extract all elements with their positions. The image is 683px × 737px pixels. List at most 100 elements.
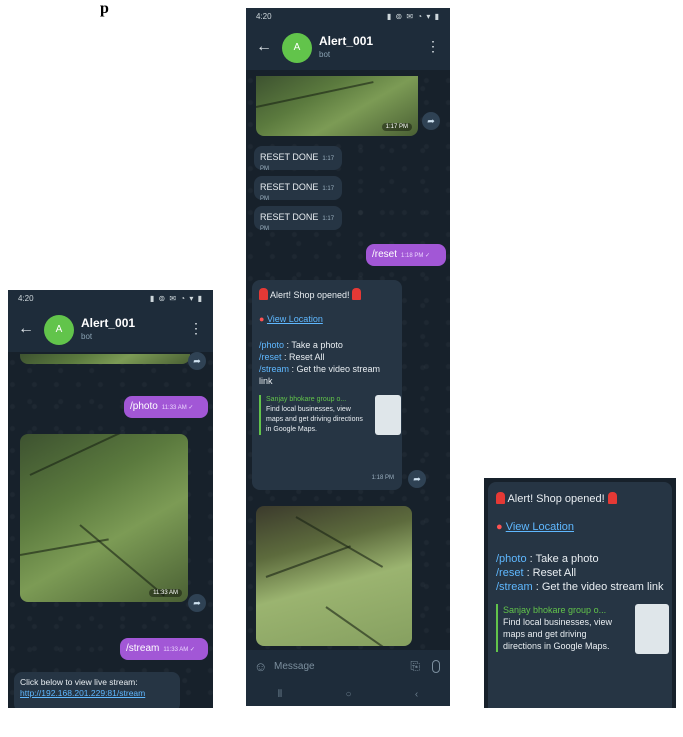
floor-line [325, 606, 393, 646]
reset-command-link[interactable]: /reset [496, 567, 524, 579]
message-time: 11:33 AM ✓ [163, 647, 195, 653]
preview-title: Sanjay bhokare group o... [266, 396, 347, 403]
share-icon[interactable]: ➦ [422, 112, 440, 130]
incoming-message: RESET DONE 1:17 PM [254, 146, 342, 172]
location-row[interactable]: ● View Location [496, 520, 664, 534]
message-time: 1:18 PM [371, 475, 394, 481]
message-text: /reset [372, 249, 398, 260]
command-desc: : Get the video stream link [532, 581, 664, 593]
message-time: 1:18 PM ✓ [401, 253, 431, 259]
status-time: 4:20 [18, 294, 34, 303]
chat-name: Alert_001 [81, 316, 136, 330]
link-preview[interactable]: Sanjay bhokare group o... Find local bus… [259, 395, 401, 435]
phone-screenshot-left: 4:20 ▮ ⊚ ✉ ◔ ▾ ▮ ← A Alert_001 bot ⋮ ➦ /… [8, 290, 213, 708]
photo-message[interactable] [256, 506, 412, 646]
system-nav-bar: ⦀ ○ ‹ [246, 682, 450, 706]
home-icon[interactable]: ○ [345, 689, 351, 700]
emoji-icon[interactable]: ☺ [254, 659, 267, 674]
floor-line [265, 545, 351, 578]
chat-subtitle: bot [319, 50, 331, 59]
command-desc: : Take a photo [284, 340, 343, 350]
incoming-message: RESET DONE 1:17 PM [254, 176, 342, 202]
photo-time: 1:17 PM [381, 123, 412, 131]
status-icons: ▮ ⊚ ✉ ◔ ▾ ▮ [386, 12, 440, 21]
photo-time: 11:33 AM [149, 589, 182, 597]
preview-title: Sanjay bhokare group o... [503, 605, 607, 615]
outgoing-message: /reset 1:18 PM ✓ [366, 244, 446, 266]
pin-icon: ● [496, 521, 503, 533]
share-icon[interactable]: ➦ [408, 470, 426, 488]
siren-icon [496, 492, 505, 504]
photo-message[interactable]: 11:33 AM [20, 434, 188, 602]
section-heading: p [100, 0, 109, 17]
message-text: RESET DONE [260, 212, 319, 222]
alert-title-row: Alert! Shop opened! [259, 288, 395, 301]
message-text: /stream [126, 643, 160, 654]
share-icon[interactable]: ➦ [188, 352, 206, 370]
avatar[interactable]: A [44, 315, 74, 345]
message-text: RESET DONE [260, 182, 319, 192]
link-preview[interactable]: Sanjay bhokare group o... Find local bus… [496, 604, 669, 654]
siren-icon [352, 288, 362, 300]
message-text: RESET DONE [260, 152, 319, 162]
command-row: /stream : Get the video stream link [259, 363, 395, 387]
status-bar: 4:20 ▮ ⊚ ✉ ◔ ▾ ▮ [246, 8, 450, 26]
alert-title: Alert! Shop opened! [268, 290, 353, 300]
floor-line [79, 524, 165, 597]
chat-subtitle: bot [81, 332, 93, 341]
alert-message-zoom: Alert! Shop opened! ● View Location /pho… [484, 478, 676, 708]
floor-line [29, 434, 140, 476]
stream-command-link[interactable]: /stream [496, 581, 533, 593]
view-location-link[interactable]: View Location [506, 521, 574, 533]
more-menu-icon[interactable]: ⋮ [426, 38, 440, 55]
mic-icon[interactable] [432, 660, 440, 673]
pin-icon: ● [259, 314, 265, 324]
share-icon[interactable]: ➦ [188, 594, 206, 612]
recent-apps-icon[interactable]: ⦀ [278, 689, 282, 700]
command-desc: : Take a photo [526, 553, 599, 565]
preview-text: Find local businesses, view maps and get… [266, 406, 363, 433]
location-row[interactable]: ● View Location [259, 313, 395, 325]
status-bar: 4:20 ▮ ⊚ ✉ ◔ ▾ ▮ [8, 290, 213, 308]
attach-icon[interactable]: ⎘ [410, 659, 420, 674]
command-desc: : Reset All [281, 352, 325, 362]
back-arrow-icon[interactable]: ← [256, 38, 272, 56]
command-row: /photo : Take a photo [496, 552, 664, 566]
message-text: /photo [130, 401, 158, 412]
photo-message-partial[interactable] [20, 354, 190, 364]
preview-text: Find local businesses, view maps and get… [503, 617, 613, 651]
photo-command-link[interactable]: /photo [259, 340, 284, 350]
back-arrow-icon[interactable]: ← [18, 320, 34, 338]
live-stream-text: Click below to view live stream: [20, 677, 138, 687]
message-input[interactable]: Message [274, 661, 315, 672]
preview-thumbnail [635, 604, 669, 654]
stream-command-link[interactable]: /stream [259, 364, 289, 374]
stream-link[interactable]: http://192.168.201.229:81/stream [20, 688, 174, 699]
floor-line [20, 538, 109, 556]
avatar[interactable]: A [282, 33, 312, 63]
siren-icon [607, 492, 617, 504]
alert-message: Alert! Shop opened! ● View Location /pho… [252, 280, 402, 490]
outgoing-message: /stream 11:33 AM ✓ [120, 638, 208, 660]
reset-command-link[interactable]: /reset [259, 352, 282, 362]
message-input-bar: ☺ Message ⎘ [246, 650, 450, 684]
preview-thumbnail [375, 395, 401, 435]
alert-message: Alert! Shop opened! ● View Location /pho… [488, 482, 672, 708]
siren-icon [259, 288, 268, 300]
floor-line [256, 81, 374, 108]
photo-command-link[interactable]: /photo [496, 553, 527, 565]
back-nav-icon[interactable]: ‹ [415, 689, 418, 700]
command-row: /reset : Reset All [496, 566, 664, 580]
view-location-link[interactable]: View Location [267, 314, 323, 324]
incoming-message: Click below to view live stream: http://… [14, 672, 180, 708]
more-menu-icon[interactable]: ⋮ [189, 320, 203, 337]
command-desc: : Reset All [523, 567, 577, 579]
incoming-message: RESET DONE 1:17 PM [254, 206, 342, 232]
alert-title-row: Alert! Shop opened! [496, 492, 664, 506]
photo-message[interactable]: 1:17 PM [256, 76, 418, 136]
chat-header: ← A Alert_001 bot ⋮ [246, 26, 450, 70]
chat-name: Alert_001 [319, 34, 374, 48]
command-row: /stream : Get the video stream link [496, 580, 664, 594]
alert-title: Alert! Shop opened! [505, 493, 608, 505]
outgoing-message: /photo 11:33 AM ✓ [124, 396, 208, 418]
